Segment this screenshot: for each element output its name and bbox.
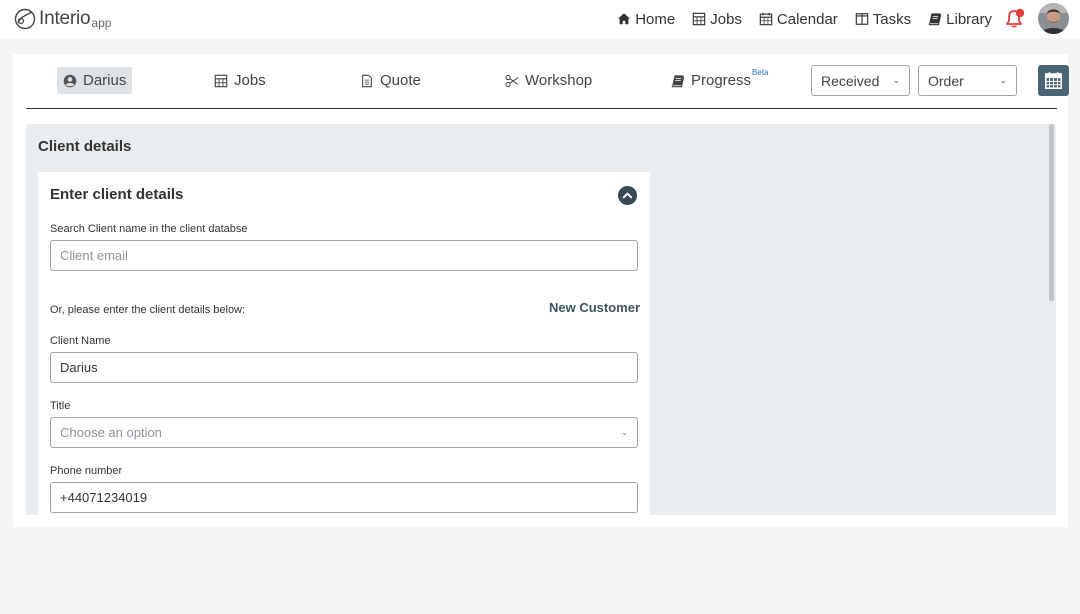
nav-jobs-label: Jobs <box>710 10 742 28</box>
columns-icon <box>855 13 869 25</box>
or-text: Or, please enter the client details belo… <box>50 304 246 316</box>
chevron-down-icon: ⌄ <box>621 428 628 437</box>
brand-name: Interio <box>39 8 91 29</box>
title-label: Title <box>50 400 71 412</box>
type-select-value: Order <box>928 72 964 89</box>
beta-badge: Beta <box>752 68 769 77</box>
calendar-button[interactable] <box>1038 65 1069 96</box>
form-title: Enter client details <box>50 186 184 203</box>
tab-jobs-label: Jobs <box>234 72 266 89</box>
tab-client[interactable]: Darius <box>57 67 133 94</box>
status-select-value: Received <box>821 72 880 89</box>
client-name-label: Client Name <box>50 335 111 347</box>
chevron-up-icon <box>622 192 633 199</box>
tab-progress-label: ProgressBeta <box>691 68 769 89</box>
book-icon <box>928 13 942 26</box>
chevron-down-icon: ⌄ <box>892 75 900 85</box>
client-search-input[interactable]: Client email <box>50 240 638 271</box>
chevron-down-icon: ⌄ <box>999 75 1007 85</box>
nav-library[interactable]: Library <box>928 11 992 28</box>
title-select[interactable]: Choose an option ⌄ <box>50 417 638 448</box>
bell-icon <box>1006 8 1025 28</box>
client-form: Enter client details Search Client name … <box>38 172 650 515</box>
brand-suffix: app <box>91 16 112 30</box>
tab-jobs[interactable]: Jobs <box>208 67 272 94</box>
user-circle-icon <box>63 74 77 87</box>
avatar[interactable] <box>1038 3 1069 34</box>
tab-workshop-label: Workshop <box>525 72 593 89</box>
job-tabs: Darius Jobs Quote Workshop ProgressBeta … <box>26 54 1069 109</box>
top-navbar: Interio app Home Jobs Calendar Tasks Lib… <box>0 0 1080 38</box>
calculator-icon <box>214 74 228 87</box>
client-name-input[interactable]: Darius <box>50 352 638 383</box>
tab-quote-label: Quote <box>380 72 421 89</box>
nav-jobs[interactable]: Jobs <box>692 11 742 28</box>
phone-input[interactable]: +44071234019 <box>50 482 638 513</box>
nav-tasks-label: Tasks <box>872 10 912 28</box>
calendar-icon <box>1045 72 1062 89</box>
logo-icon <box>13 7 37 31</box>
nav-calendar[interactable]: Calendar <box>759 11 838 28</box>
file-icon <box>362 74 372 87</box>
calculator-icon <box>692 12 706 26</box>
nav-library-label: Library <box>946 10 992 28</box>
status-select[interactable]: Received ⌄ <box>811 65 910 96</box>
new-customer-link[interactable]: New Customer <box>549 300 640 315</box>
phone-label: Phone number <box>50 465 123 477</box>
scissors-icon <box>505 74 519 87</box>
tab-client-label: Darius <box>83 72 127 89</box>
tab-progress[interactable]: ProgressBeta <box>665 67 775 94</box>
collapse-button[interactable] <box>618 186 637 205</box>
panel-title: Client details <box>38 138 132 155</box>
notifications-button[interactable] <box>1004 7 1026 29</box>
nav-home[interactable]: Home <box>617 11 675 28</box>
job-card: Darius Jobs Quote Workshop ProgressBeta … <box>13 54 1069 527</box>
client-details-panel: Client details Enter client details Sear… <box>26 124 1056 515</box>
tab-quote[interactable]: Quote <box>354 67 427 94</box>
calendar-icon <box>759 12 773 26</box>
nav-home-label: Home <box>635 10 676 28</box>
scrollbar[interactable] <box>1049 124 1054 301</box>
brand-logo[interactable]: Interio app <box>13 6 111 32</box>
home-icon <box>618 13 631 25</box>
main-nav: Home Jobs Calendar Tasks Library <box>617 0 992 38</box>
book-icon <box>671 74 685 87</box>
tab-progress-text: Progress <box>691 72 752 89</box>
nav-tasks[interactable]: Tasks <box>855 11 911 28</box>
title-select-placeholder: Choose an option <box>60 425 162 440</box>
search-label: Search Client name in the client databse <box>50 223 248 235</box>
type-select[interactable]: Order ⌄ <box>918 65 1017 96</box>
nav-calendar-label: Calendar <box>776 10 838 28</box>
tab-workshop[interactable]: Workshop <box>499 67 598 94</box>
